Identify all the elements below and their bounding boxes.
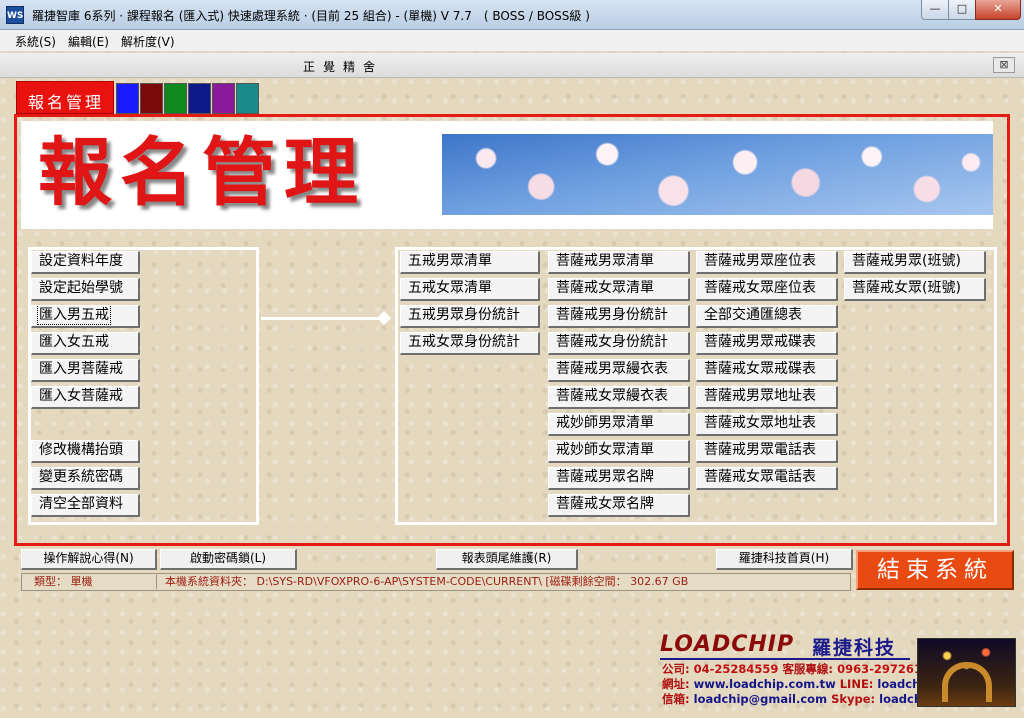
report-button[interactable]: 戒妙師男眾清單 [548,413,690,436]
exit-system-button[interactable]: 結束系統 [856,550,1014,590]
mail-label: 信箱: [662,692,690,706]
phone-value: 04-25284559 [693,662,779,676]
report-button[interactable]: 全部交通匯總表 [696,305,838,328]
report-button[interactable]: 五戒男眾清單 [400,251,540,274]
change-password-button[interactable]: 變更系統密碼 [31,467,140,490]
import-female-bodhisattva-button[interactable]: 匯入女菩薩戒 [31,386,140,409]
form-close-icon[interactable]: ⊠ [993,57,1015,73]
status-bar: 類型： 單機 本機系統資料夾： D:\SYS-RD\VFOXPRO-6-AP\S… [21,573,851,591]
report-header-footer-button[interactable]: 報表頭尾維護(R) [436,549,578,570]
close-button[interactable]: ✕ [975,0,1021,20]
button-label: 匯入男五戒 [37,306,111,325]
contact-phone-line: 公司: 04-25284559 客服專線: 0963-297261 [662,661,922,677]
panel-connector-line [261,317,384,320]
brand-logo-text: LOADCHIP [660,632,795,657]
company-homepage-button[interactable]: 羅捷科技首頁(H) [716,549,853,570]
button-label: 修改機構抬頭 [39,442,123,458]
menu-resolution[interactable]: 解析度(V) [121,33,175,50]
arch-icon [942,662,992,702]
report-button[interactable]: 菩薩戒女眾座位表 [696,278,838,301]
brand-chinese-name: 羅捷科技 [812,637,897,659]
import-female-five-precepts-button[interactable]: 匯入女五戒 [31,332,140,355]
set-data-year-button[interactable]: 設定資料年度 [31,251,140,274]
tab-registration-management[interactable]: 報名管理 [16,81,114,114]
menu-bar: 系統(S) 編輯(E) 解析度(V) [0,30,1024,52]
tab-color-swatch[interactable] [164,83,187,114]
report-button[interactable]: 菩薩戒男眾名牌 [548,467,690,490]
app-icon: WS [6,6,24,24]
operation-guide-button[interactable]: 操作解說心得(N) [21,549,157,570]
form-header-bar: 正覺精舍 ⊠ [0,53,1024,78]
report-button[interactable]: 菩薩戒女眾清單 [548,278,690,301]
report-button[interactable]: 菩薩戒女眾(班號) [844,278,986,301]
window-title: 羅捷智庫 6系列 · 課程報名 (匯入式) 快速處理系統 · (目前 25 組合… [32,9,590,23]
report-button[interactable]: 五戒女眾身份統計 [400,332,540,355]
web-value[interactable]: www.loadchip.com.tw [694,677,836,691]
status-separator [156,575,157,589]
report-button[interactable]: 五戒男眾身份統計 [400,305,540,328]
tab-color-swatch[interactable] [140,83,163,114]
phone-label: 公司: [662,662,690,676]
service-value: 0963-297261 [837,662,922,676]
report-button[interactable]: 菩薩戒男眾清單 [548,251,690,274]
import-male-five-precepts-button[interactable]: 匯入男五戒 [31,305,140,328]
service-label: 客服專線: [782,662,834,676]
cherry-blossom-image [442,134,993,215]
report-button[interactable]: 菩薩戒男眾電話表 [696,440,838,463]
web-label: 網址: [662,677,690,691]
maximize-button[interactable]: □ [948,0,976,20]
mail-value[interactable]: loadchip@gmail.com [694,692,827,706]
contact-web-line: 網址: www.loadchip.com.tw LINE: loadchip [662,676,932,692]
button-label: 設定起始學號 [39,280,123,296]
report-button[interactable]: 菩薩戒男眾戒碟表 [696,332,838,355]
organization-title: 正覺精舍 [303,60,384,74]
report-button[interactable]: 菩薩戒男眾地址表 [696,386,838,409]
report-button[interactable]: 菩薩戒男身份統計 [548,305,690,328]
import-male-bodhisattva-button[interactable]: 匯入男菩薩戒 [31,359,140,382]
button-label: 清空全部資料 [39,496,123,512]
button-label: 匯入女五戒 [39,334,109,350]
button-label: 匯入女菩薩戒 [39,388,123,404]
set-start-number-button[interactable]: 設定起始學號 [31,278,140,301]
minimize-button[interactable]: — [921,0,949,20]
tab-color-swatch[interactable] [236,83,259,114]
page-title: 報名管理 [38,130,366,216]
contact-mail-line: 信箱: loadchip@gmail.com Skype: loadchip [662,691,934,707]
tab-color-swatch[interactable] [188,83,211,114]
report-button[interactable]: 菩薩戒女眾縵衣表 [548,386,690,409]
password-lock-button[interactable]: 啟動密碼鎖(L) [160,549,297,570]
line-label: LINE: [839,677,874,691]
report-button[interactable]: 戒妙師女眾清單 [548,440,690,463]
button-label: 匯入男菩薩戒 [39,361,123,377]
status-type: 類型： 單機 [34,575,93,588]
report-button[interactable]: 菩薩戒男眾(班號) [844,251,986,274]
report-button[interactable]: 菩薩戒男眾縵衣表 [548,359,690,382]
edit-organization-header-button[interactable]: 修改機構抬頭 [31,440,140,463]
report-button[interactable]: 五戒女眾清單 [400,278,540,301]
report-button[interactable]: 菩薩戒女眾地址表 [696,413,838,436]
report-button[interactable]: 菩薩戒女眾名牌 [548,494,690,517]
brand-underline [660,658,910,660]
report-button[interactable]: 菩薩戒男眾座位表 [696,251,838,274]
button-label: 設定資料年度 [39,253,123,269]
status-path: 本機系統資料夾： D:\SYS-RD\VFOXPRO-6-AP\SYSTEM-C… [165,575,689,588]
report-button[interactable]: 菩薩戒女眾戒碟表 [696,359,838,382]
menu-system[interactable]: 系統(S) [15,33,56,50]
clear-all-data-button[interactable]: 清空全部資料 [31,494,140,517]
button-label: 變更系統密碼 [39,469,123,485]
tab-color-swatch[interactable] [116,83,139,114]
menu-edit[interactable]: 編輯(E) [68,33,109,50]
skype-label: Skype: [831,692,876,706]
report-button[interactable]: 菩薩戒女身份統計 [548,332,690,355]
title-bar: WS 羅捷智庫 6系列 · 課程報名 (匯入式) 快速處理系統 · (目前 25… [0,0,1024,30]
report-button[interactable]: 菩薩戒女眾電話表 [696,467,838,490]
tab-color-swatch[interactable] [212,83,235,114]
